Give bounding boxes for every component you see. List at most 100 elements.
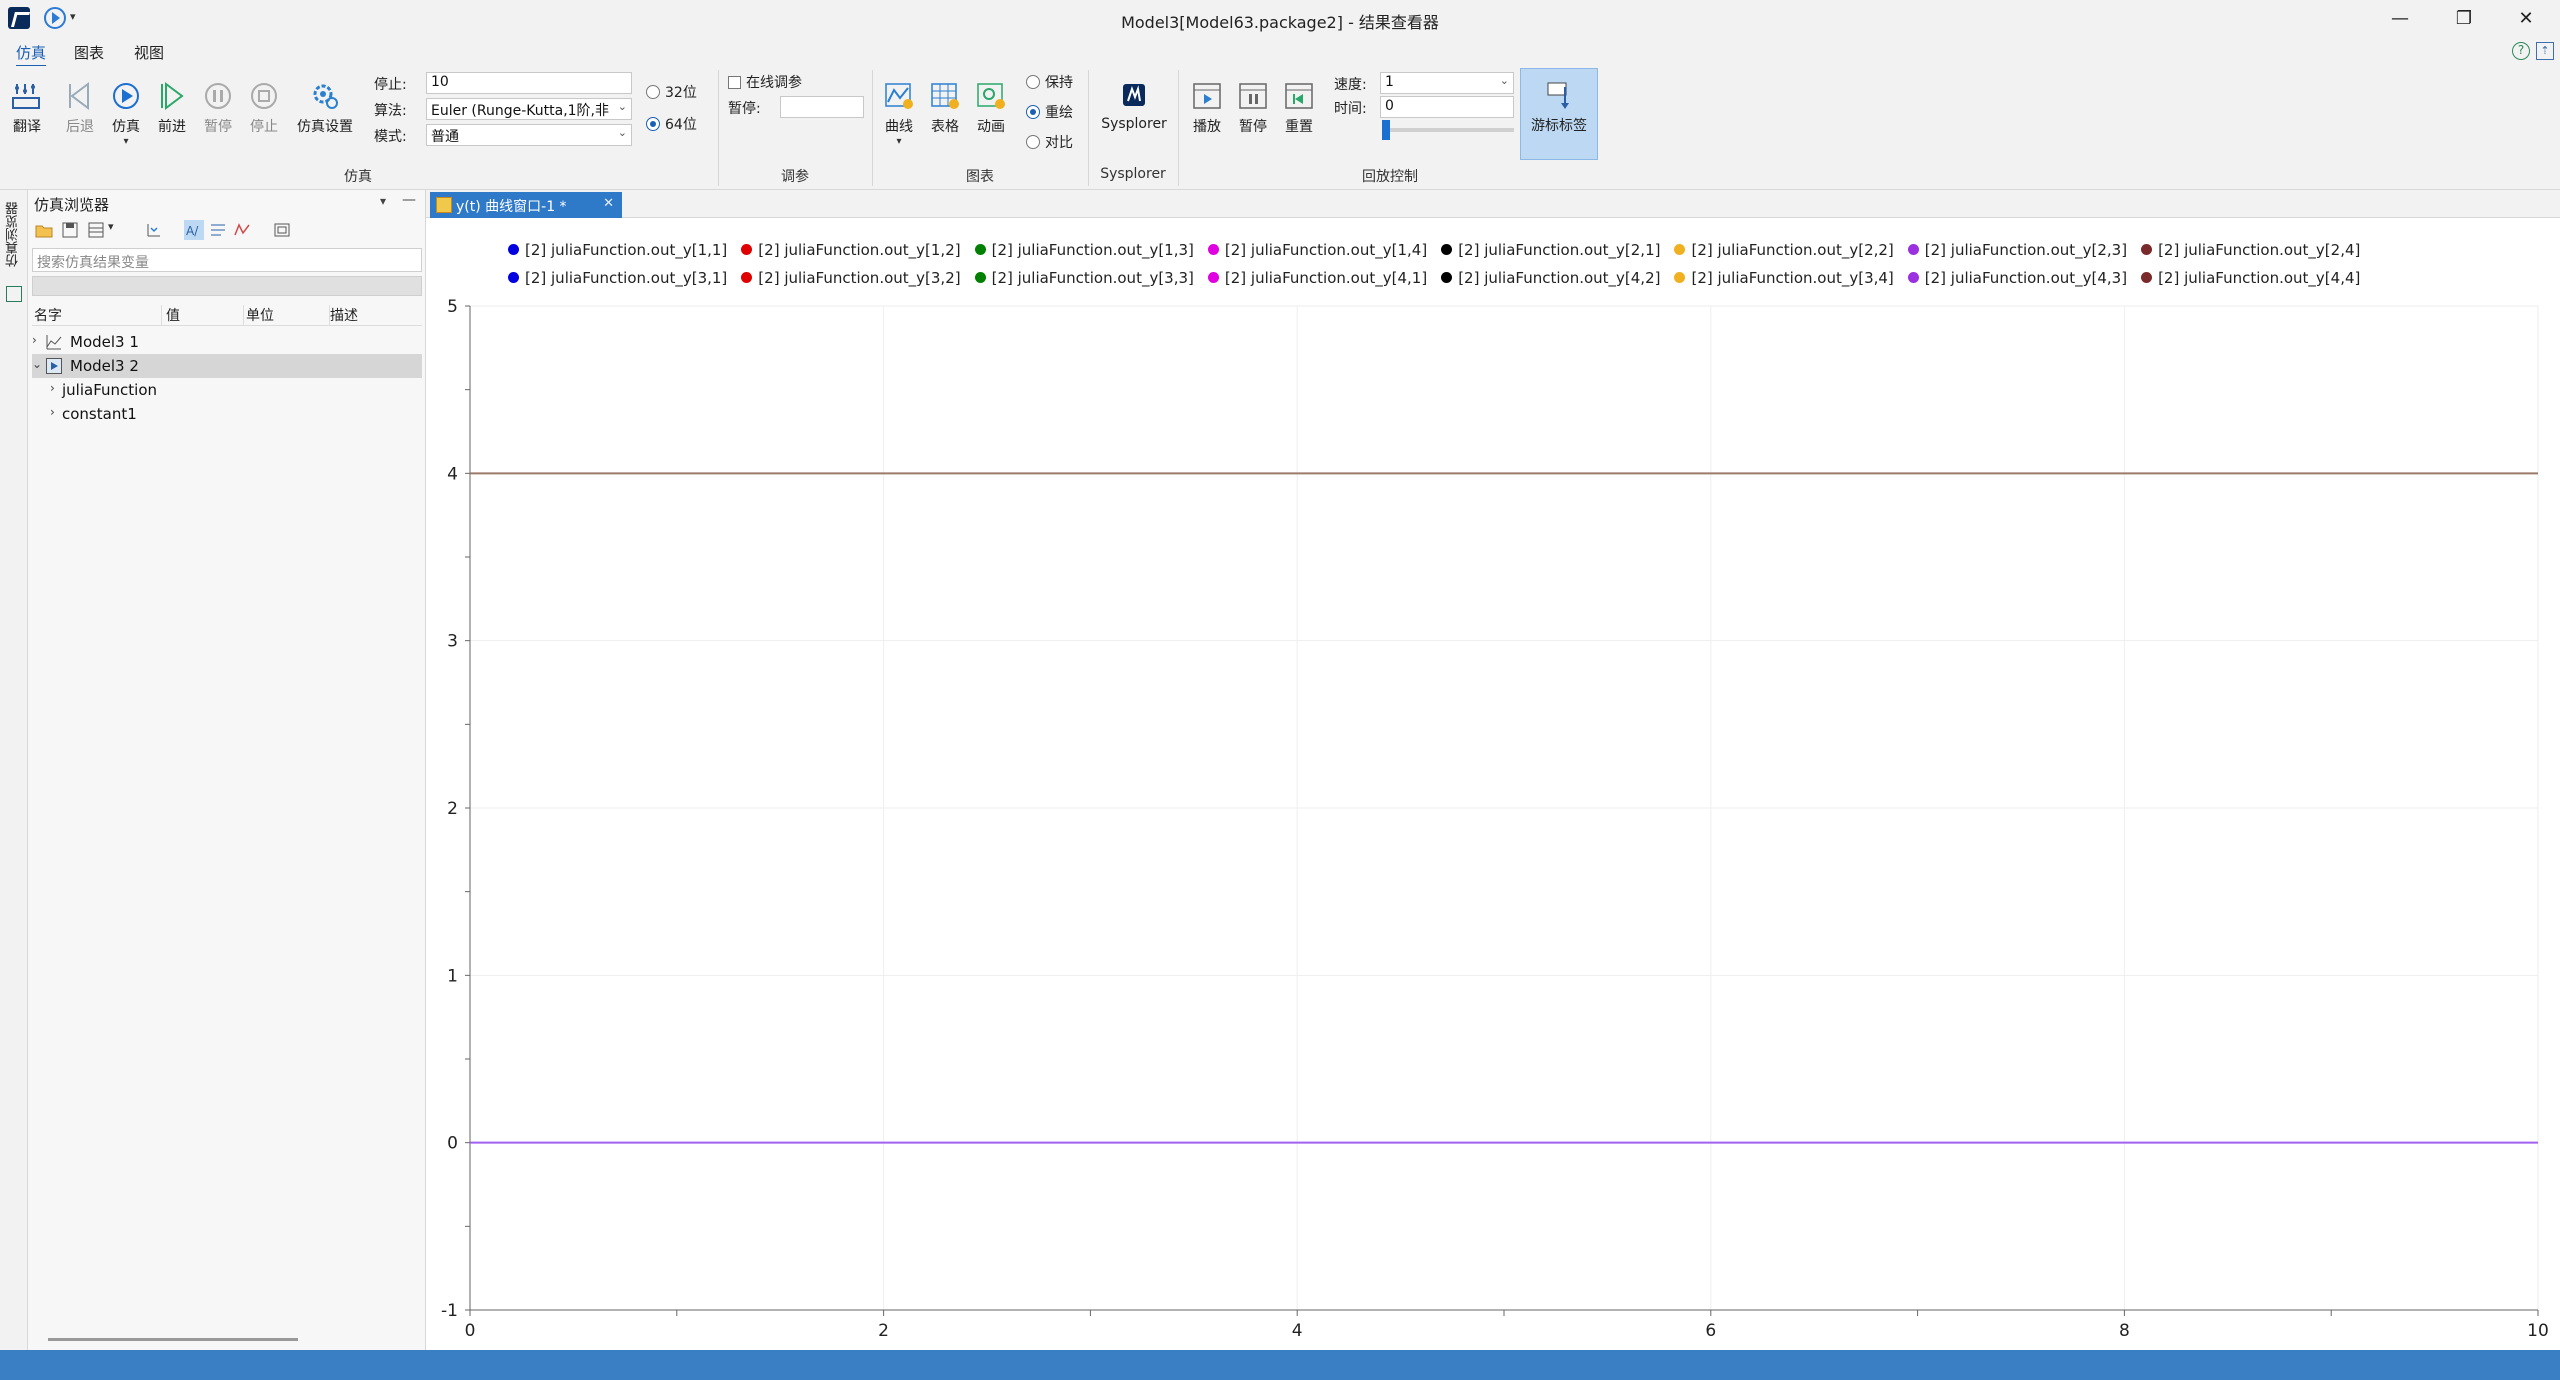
animation-button[interactable]: 动画: [970, 80, 1012, 136]
tab-chart[interactable]: 图表: [74, 42, 104, 63]
pause-time-input[interactable]: [780, 96, 864, 118]
online-tune-checkbox[interactable]: 在线调参: [728, 72, 802, 92]
sysplorer-button[interactable]: Sysplorer: [1094, 80, 1174, 132]
step-forward-label: 前进: [158, 119, 186, 135]
play-circle-icon: [110, 80, 142, 112]
filter-list-icon[interactable]: [208, 220, 228, 240]
collapse-all-icon[interactable]: [144, 220, 164, 240]
mode-select[interactable]: 普通 ⌄: [426, 124, 632, 146]
replay-play-button[interactable]: 播放: [1186, 80, 1228, 136]
curve-red-icon[interactable]: [232, 220, 252, 240]
speed-value: 1: [1385, 74, 1394, 90]
pause-button[interactable]: 暂停: [196, 80, 240, 136]
speed-label: 速度:: [1334, 77, 1367, 93]
chevron-down-icon: ⌄: [617, 126, 627, 139]
export-icon[interactable]: [86, 220, 106, 240]
sim-settings-button[interactable]: 仿真设置: [290, 80, 360, 136]
x-tick-label: 10: [2527, 1321, 2549, 1341]
sysplorer-group-label: Sysplorer: [1100, 166, 1166, 182]
speed-select[interactable]: 1 ⌄: [1380, 72, 1514, 94]
tree-row[interactable]: › juliaFunction: [32, 378, 422, 402]
tab-simulation[interactable]: 仿真: [16, 42, 47, 67]
save-icon[interactable]: [60, 220, 80, 240]
export-dropdown-icon[interactable]: ▾: [108, 220, 128, 240]
algorithm-select[interactable]: Euler (Runge-Kutta,1阶,非 ⌄: [426, 98, 632, 120]
radio-compare-label: 对比: [1045, 135, 1073, 151]
time-label: 时间:: [1334, 101, 1367, 117]
y-tick-label: 2: [447, 799, 458, 819]
replay-reset-button[interactable]: 重置: [1278, 80, 1320, 136]
tree-header: 名字 值 单位 描述: [32, 302, 422, 326]
time-slider-track[interactable]: [1384, 128, 1514, 132]
table-button[interactable]: 表格: [924, 80, 966, 136]
translate-button[interactable]: 翻译: [6, 80, 48, 136]
tree-row[interactable]: ⌄ Model3 2: [32, 354, 422, 378]
side-strip-browser-tab[interactable]: 仿真浏览器: [6, 202, 22, 267]
curve-button[interactable]: 曲线 ▾: [878, 80, 920, 147]
online-tune-label: 在线调参: [746, 75, 802, 91]
tab-view[interactable]: 视图: [134, 42, 164, 63]
sim-group-label: 仿真: [344, 169, 372, 185]
show-curve-icon[interactable]: A/: [184, 220, 204, 240]
sysplorer-label: Sysplorer: [1101, 116, 1167, 132]
chart-icon: [46, 334, 62, 350]
algorithm-value: Euler (Runge-Kutta,1阶,非: [431, 103, 610, 119]
panel-minimize-button[interactable]: —: [402, 192, 416, 208]
panel-layout-icon[interactable]: [272, 220, 292, 240]
radio-compare[interactable]: 对比: [1026, 132, 1073, 152]
replay-pause-button[interactable]: 暂停: [1232, 80, 1274, 136]
minimize-button[interactable]: —: [2378, 4, 2422, 34]
search-input[interactable]: 搜索仿真结果变量: [32, 248, 422, 272]
column-header-value[interactable]: 值: [166, 305, 244, 325]
stop-button[interactable]: 停止: [242, 80, 286, 136]
tree-row-label: Model3 1: [70, 333, 139, 351]
x-tick-label: 0: [465, 1321, 476, 1341]
algorithm-label: 算法:: [374, 103, 407, 119]
panel-options-dropdown-icon[interactable]: ▾: [380, 194, 386, 208]
radio-keep[interactable]: 保持: [1026, 72, 1073, 92]
group-separator: [1088, 70, 1089, 186]
chart-canvas[interactable]: 0 2 4 6 8 10 -1 0 1 2 3 4 5: [426, 190, 2560, 1350]
horizontal-scrollbar[interactable]: [48, 1338, 298, 1341]
expand-arrow-icon[interactable]: ›: [32, 333, 37, 347]
expand-arrow-icon[interactable]: ›: [50, 405, 55, 419]
open-folder-icon[interactable]: [34, 220, 54, 240]
y-tick-label: 3: [447, 632, 458, 652]
help-icon[interactable]: ?: [2512, 42, 2530, 60]
side-strip-panel-icon[interactable]: [6, 286, 22, 302]
radio-32bit-label: 32位: [665, 85, 697, 101]
column-header-name[interactable]: 名字: [34, 305, 162, 325]
sim-settings-label: 仿真设置: [297, 119, 353, 135]
simulate-label: 仿真: [112, 119, 140, 135]
collapse-arrow-icon[interactable]: ⌄: [32, 357, 42, 371]
radio-redraw[interactable]: 重绘: [1026, 102, 1073, 122]
tree-row[interactable]: › Model3 1: [32, 330, 422, 354]
radio-32bit[interactable]: 32位: [646, 82, 697, 102]
pause-circle-icon: [202, 80, 234, 112]
time-slider-handle[interactable]: [1382, 120, 1390, 140]
expand-arrow-icon[interactable]: ›: [50, 381, 55, 395]
stop-label: 停止: [250, 119, 278, 135]
close-button[interactable]: ✕: [2504, 4, 2548, 34]
simulate-dropdown-icon[interactable]: ▾: [104, 136, 148, 147]
table-icon: [929, 80, 961, 112]
curve-dropdown-icon[interactable]: ▾: [878, 136, 920, 147]
pin-ribbon-icon[interactable]: ⇡: [2536, 42, 2554, 60]
cursor-label-text: 游标标签: [1531, 118, 1587, 134]
column-header-unit[interactable]: 单位: [246, 305, 330, 325]
radio-64bit[interactable]: 64位: [646, 114, 697, 134]
menu-bar: 仿真 图表 视图: [0, 38, 2560, 67]
column-header-description[interactable]: 描述: [330, 305, 420, 325]
simulate-button[interactable]: 仿真 ▾: [104, 80, 148, 147]
stop-time-input[interactable]: 10: [426, 72, 632, 94]
step-back-button[interactable]: 后退: [58, 80, 102, 136]
filter-bar[interactable]: [32, 276, 422, 296]
cursor-label-button[interactable]: 游标标签: [1520, 68, 1598, 160]
browser-title: 仿真浏览器: [34, 196, 110, 214]
time-input[interactable]: 0: [1380, 96, 1514, 118]
replay-group-label: 回放控制: [1362, 169, 1418, 185]
tree-row[interactable]: › constant1: [32, 402, 422, 426]
maximize-button[interactable]: ❐: [2442, 4, 2486, 34]
pause-label: 暂停: [204, 119, 232, 135]
step-forward-button[interactable]: 前进: [150, 80, 194, 136]
